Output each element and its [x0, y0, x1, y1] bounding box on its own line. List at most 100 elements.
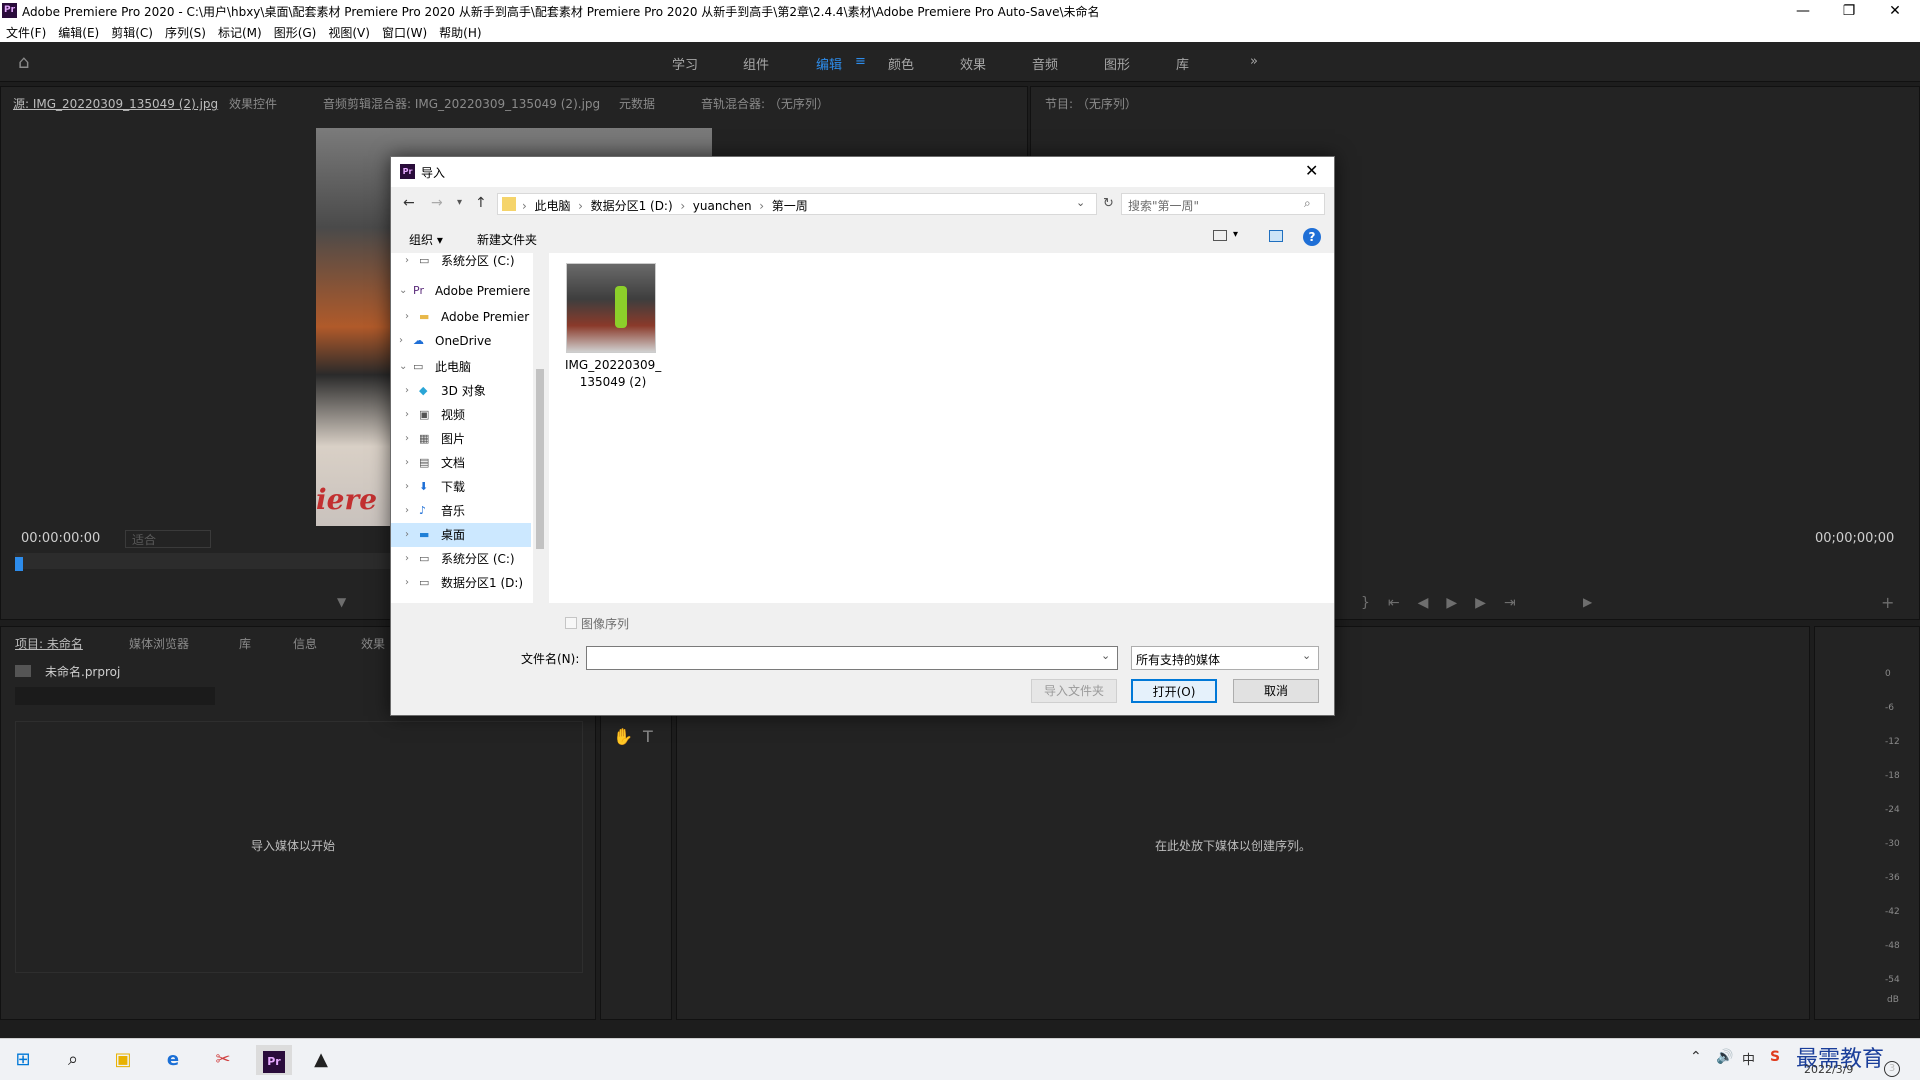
restore-button[interactable]: ❐ — [1826, 0, 1872, 22]
tab-audio-track-mixer[interactable]: 音轨混合器: （无序列） — [701, 95, 829, 112]
tab-metadata[interactable]: 元数据 — [619, 95, 655, 112]
tree-item[interactable]: ⌄ ▭ 此电脑 — [391, 355, 531, 379]
tab-libraries[interactable]: 库 — [239, 635, 251, 652]
chevron-right-icon[interactable]: › — [405, 547, 409, 571]
tab-effect-controls[interactable]: 效果控件 — [229, 95, 277, 112]
project-search-input[interactable] — [15, 687, 215, 705]
close-window-button[interactable]: ✕ — [1872, 0, 1918, 22]
recent-dropdown-icon[interactable]: ▾ — [457, 197, 462, 208]
filename-dropdown-icon[interactable]: ⌄ — [1101, 649, 1110, 662]
tree-item[interactable]: › ◆ 3D 对象 — [391, 379, 531, 403]
workspace-learn[interactable]: 学习 — [672, 54, 698, 73]
tab-project[interactable]: 项目: 未命名 — [15, 635, 83, 652]
add-button-icon[interactable]: + — [1881, 593, 1894, 612]
breadcrumb-drive-d[interactable]: 数据分区1 (D:) — [591, 199, 673, 213]
view-dropdown-icon[interactable]: ▾ — [1233, 229, 1238, 240]
transport-controls[interactable]: }⇤◀▶▶⇥ — [1361, 595, 1534, 611]
tree-item[interactable]: › ▭ 数据分区1 (D:) — [391, 571, 531, 595]
up-arrow-icon[interactable]: ↑ — [475, 195, 487, 211]
menu-clip[interactable]: 剪辑(C) — [105, 22, 159, 43]
playhead-icon[interactable] — [15, 557, 23, 571]
source-time-ruler[interactable] — [15, 553, 395, 569]
workspace-editing[interactable]: 编辑 — [816, 54, 842, 73]
sogou-icon[interactable]: S — [1770, 1049, 1780, 1065]
fit-dropdown[interactable]: 适合 — [125, 530, 211, 548]
chevron-right-icon[interactable]: › — [405, 427, 409, 451]
chevron-down-icon[interactable]: ⌄ — [399, 355, 407, 379]
menu-help[interactable]: 帮助(H) — [433, 22, 487, 43]
back-arrow-icon[interactable]: ← — [403, 195, 415, 211]
scrollbar-thumb[interactable] — [536, 369, 544, 549]
chevron-right-icon[interactable]: › — [405, 571, 409, 595]
hand-tool-icon[interactable]: ✋ — [613, 727, 633, 746]
workspace-more-icon[interactable]: » — [1250, 54, 1258, 69]
workspace-graphics[interactable]: 图形 — [1104, 54, 1130, 73]
menu-edit[interactable]: 编辑(E) — [52, 22, 105, 43]
search-icon[interactable]: ⌕ — [58, 1045, 88, 1075]
chevron-right-icon[interactable]: › — [405, 379, 409, 403]
windows-start-icon[interactable]: ⊞ — [8, 1045, 38, 1075]
chevron-right-icon[interactable]: › — [405, 403, 409, 427]
tree-item[interactable]: ⌄ Pr Adobe Premiere — [391, 279, 531, 303]
minimize-button[interactable]: — — [1780, 0, 1826, 22]
chevron-right-icon[interactable]: › — [405, 499, 409, 523]
tray-chevron-icon[interactable]: ⌃ — [1690, 1049, 1702, 1065]
workspace-color[interactable]: 颜色 — [888, 54, 914, 73]
preview-pane-icon[interactable] — [1269, 230, 1283, 242]
workspace-audio[interactable]: 音频 — [1032, 54, 1058, 73]
tree-item[interactable]: › ☁ OneDrive — [391, 329, 531, 353]
forward-arrow-icon[interactable]: → — [431, 195, 443, 211]
image-sequence-checkbox[interactable] — [565, 617, 577, 629]
tree-item[interactable]: › ⬇ 下载 — [391, 475, 531, 499]
breadcrumb-week1[interactable]: 第一周 — [772, 199, 808, 213]
file-item[interactable]: IMG_20220309_ 135049 (2) — [565, 257, 661, 389]
menu-sequence[interactable]: 序列(S) — [159, 22, 212, 43]
home-icon[interactable]: ⌂ — [18, 52, 29, 73]
play-icon[interactable]: ▶ — [1583, 595, 1592, 609]
workspace-menu-icon[interactable]: ≡ — [855, 54, 866, 69]
import-folder-button[interactable]: 导入文件夹 — [1031, 679, 1117, 703]
workspace-assembly[interactable]: 组件 — [743, 54, 769, 73]
add-marker-icon[interactable]: ▼ — [337, 595, 346, 609]
tree-item[interactable]: › ▤ 文档 — [391, 451, 531, 475]
tab-media-browser[interactable]: 媒体浏览器 — [129, 635, 189, 652]
tree-item[interactable]: › ▣ 视频 — [391, 403, 531, 427]
tab-audio-clip-mixer[interactable]: 音频剪辑混合器: IMG_20220309_135049 (2).jpg — [323, 95, 600, 112]
filetype-select[interactable]: 所有支持的媒体 ⌄ — [1131, 646, 1319, 670]
menu-file[interactable]: 文件(F) — [0, 22, 52, 43]
tree-scrollbar[interactable] — [533, 253, 547, 603]
organize-button[interactable]: 组织 ▾ — [409, 231, 443, 248]
clock-date[interactable]: 2022/3/9 — [1804, 1063, 1853, 1076]
chevron-down-icon[interactable]: ⌄ — [399, 279, 407, 303]
source-timecode[interactable]: 00:00:00:00 — [21, 531, 100, 546]
tree-item[interactable]: › ▬ Adobe Premier — [391, 305, 531, 329]
type-tool-icon[interactable]: T — [643, 727, 653, 746]
address-bar[interactable]: › 此电脑 › 数据分区1 (D:) › yuanchen › 第一周 ⌄ — [497, 193, 1097, 215]
search-input[interactable]: 搜索"第一周" ⌕ — [1121, 193, 1325, 215]
notification-badge[interactable]: 3 — [1884, 1061, 1900, 1077]
view-options-icon[interactable] — [1213, 230, 1227, 241]
cancel-button[interactable]: 取消 — [1233, 679, 1319, 703]
menu-window[interactable]: 窗口(W) — [376, 22, 433, 43]
breadcrumb-this-pc[interactable]: 此电脑 — [534, 199, 570, 213]
tab-source[interactable]: 源: IMG_20220309_135049 (2).jpg — [13, 95, 218, 112]
file-list-area[interactable]: IMG_20220309_ 135049 (2) — [549, 253, 1334, 603]
chevron-right-icon[interactable]: › — [399, 329, 403, 353]
edge-icon[interactable]: e — [158, 1045, 188, 1075]
help-icon[interactable]: ? — [1303, 228, 1321, 246]
tree-item[interactable]: › ▬ 桌面 — [391, 523, 531, 547]
chevron-right-icon[interactable]: › — [405, 451, 409, 475]
tree-item[interactable]: › ▦ 图片 — [391, 427, 531, 451]
ime-indicator[interactable]: 中 — [1742, 1049, 1755, 1068]
file-explorer-icon[interactable]: ▣ — [108, 1045, 138, 1075]
menu-markers[interactable]: 标记(M) — [212, 22, 268, 43]
refresh-icon[interactable]: ↻ — [1103, 196, 1114, 211]
new-folder-button[interactable]: 新建文件夹 — [477, 231, 537, 248]
volume-icon[interactable]: 🔊 — [1716, 1049, 1733, 1065]
tab-effects[interactable]: 效果 — [361, 635, 385, 652]
tree-item[interactable]: › ▭ 系统分区 (C:) — [391, 547, 531, 571]
filename-input[interactable]: ⌄ — [586, 646, 1118, 670]
breadcrumb-yuanchen[interactable]: yuanchen — [693, 199, 752, 213]
tree-item[interactable]: › ▭ 系统分区 (C:) — [391, 249, 531, 273]
menu-view[interactable]: 视图(V) — [322, 22, 376, 43]
